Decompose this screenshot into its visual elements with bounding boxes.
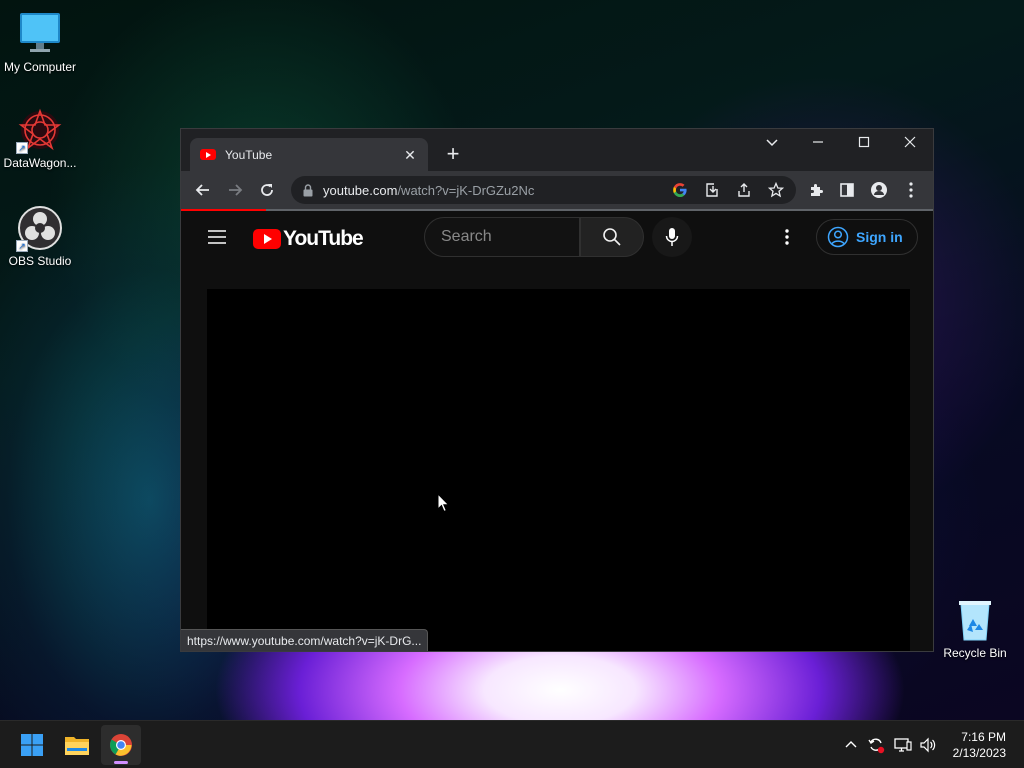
recycle-bin-icon [951, 596, 999, 644]
youtube-logo[interactable]: YouTube [253, 227, 364, 251]
windows-logo-icon [21, 734, 43, 756]
new-tab-button[interactable]: + [439, 141, 467, 169]
active-app-indicator [114, 761, 128, 764]
tab-close-icon[interactable]: ✕ [402, 147, 418, 163]
share-icon[interactable] [730, 176, 758, 204]
tab-search-chevron-icon[interactable] [749, 129, 795, 159]
show-hidden-icons-chevron-icon[interactable] [839, 733, 863, 757]
sign-in-label: Sign in [856, 229, 903, 245]
youtube-page: YouTube Search Sign in [181, 211, 933, 651]
microphone-icon [665, 228, 679, 246]
url-host: youtube.com [323, 182, 398, 198]
voice-search-button[interactable] [652, 217, 692, 257]
chrome-taskbar-button[interactable] [101, 725, 141, 765]
mouse-cursor-icon [437, 493, 450, 513]
clock-date: 2/13/2023 [952, 746, 1006, 760]
back-button[interactable] [189, 176, 217, 204]
taskbar-clock[interactable]: 7:16 PM 2/13/2023 [953, 729, 1006, 761]
desktop-icon-my-computer[interactable]: My Computer [0, 10, 80, 74]
tab-youtube[interactable]: YouTube ✕ [190, 138, 428, 171]
desktop-icon-datawagon[interactable]: ↗ DataWagon... [0, 106, 80, 170]
browser-window: YouTube ✕ + youtube.com /watch?v=jK-DrGZ… [180, 128, 934, 652]
shortcut-arrow-icon: ↗ [16, 142, 28, 154]
taskbar: 7:16 PM 2/13/2023 [0, 720, 1024, 768]
forward-button[interactable] [221, 176, 249, 204]
settings-kebab-icon[interactable] [785, 229, 789, 245]
maximize-button[interactable] [841, 129, 887, 159]
browser-toolbar: youtube.com/watch?v=jK-DrGZu2Nc [181, 171, 933, 209]
link-status-bar: https://www.youtube.com/watch?v=jK-DrG..… [181, 629, 429, 651]
desktop-icon-label: OBS Studio [8, 254, 72, 268]
desktop-icon-label: Recycle Bin [943, 646, 1007, 660]
network-icon[interactable] [891, 733, 915, 757]
sign-in-button[interactable]: Sign in [816, 219, 918, 255]
desktop-icon-label: DataWagon... [3, 156, 77, 170]
file-explorer-button[interactable] [57, 725, 97, 765]
reload-button[interactable] [253, 176, 281, 204]
tab-strip: YouTube ✕ + [181, 129, 933, 171]
install-app-icon[interactable] [698, 176, 726, 204]
desktop-icon-recycle-bin[interactable]: Recycle Bin [935, 596, 1015, 660]
desktop-icon-obs-studio[interactable]: ↗ OBS Studio [0, 204, 80, 268]
url-path: /watch?v=jK-DrGZu2Nc [397, 182, 535, 198]
obs-icon: ↗ [16, 204, 64, 252]
extensions-icon[interactable] [802, 176, 830, 204]
search-placeholder: Search [441, 228, 492, 245]
chrome-icon [110, 734, 132, 756]
bookmark-star-icon[interactable] [762, 176, 790, 204]
desktop-wallpaper: My Computer ↗ DataWagon... ↗ OBS Studio … [0, 0, 1024, 720]
datawagon-icon: ↗ [16, 106, 64, 154]
youtube-header: YouTube Search Sign in [181, 211, 933, 267]
search-input[interactable]: Search [424, 217, 580, 257]
close-window-button[interactable] [887, 129, 933, 159]
shortcut-arrow-icon: ↗ [16, 240, 28, 252]
start-button[interactable] [12, 725, 52, 765]
folder-icon [65, 737, 89, 755]
guide-menu-icon[interactable] [207, 229, 227, 245]
search-icon [603, 228, 621, 246]
clock-time: 7:16 PM [961, 730, 1006, 744]
volume-icon[interactable] [916, 733, 940, 757]
profile-avatar-icon[interactable] [865, 176, 893, 204]
minimize-button[interactable] [795, 129, 841, 159]
video-player[interactable] [207, 289, 910, 651]
side-panel-icon[interactable] [833, 176, 861, 204]
sync-status-icon[interactable] [864, 733, 888, 757]
browser-menu-icon[interactable] [897, 176, 925, 204]
tab-title: YouTube [225, 147, 273, 162]
youtube-play-logo-icon [253, 229, 281, 249]
search-button[interactable] [580, 217, 644, 257]
youtube-favicon-icon [200, 149, 216, 160]
youtube-logo-text: YouTube [283, 227, 364, 250]
account-circle-icon [827, 226, 849, 248]
monitor-icon [16, 10, 64, 58]
lock-icon[interactable] [303, 183, 313, 197]
google-lens-icon[interactable] [666, 176, 694, 204]
desktop-icon-label: My Computer [3, 60, 77, 74]
